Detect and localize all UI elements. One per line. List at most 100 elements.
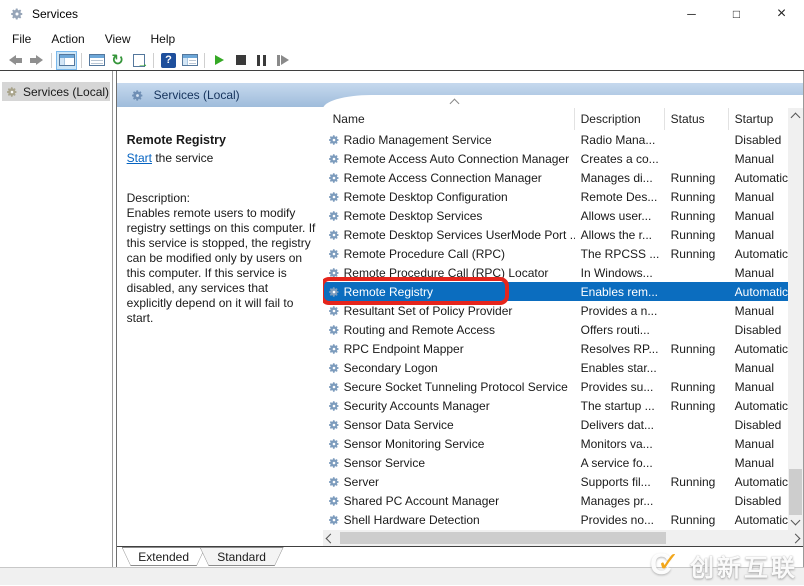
horizontal-scrollbar[interactable] — [323, 530, 803, 546]
tab-standard[interactable]: Standard — [200, 547, 284, 566]
start-service-icon — [215, 55, 224, 65]
show-console-tree-button[interactable] — [56, 51, 77, 70]
table-row[interactable]: Secure Socket Tunneling Protocol Service… — [323, 377, 788, 396]
service-description: Resolves RP... — [575, 342, 665, 356]
scroll-down-icon[interactable] — [791, 516, 801, 526]
scroll-left-button[interactable] — [323, 530, 338, 546]
vertical-scroll-thumb[interactable] — [789, 469, 802, 515]
service-status: Running — [665, 209, 729, 223]
menu-file[interactable]: File — [2, 29, 41, 49]
service-startup-type: Automatic — [729, 342, 788, 356]
list-top-padding — [323, 95, 803, 108]
table-row[interactable]: Sensor Monitoring Service Monitors va...… — [323, 434, 788, 453]
restart-service-button[interactable] — [272, 51, 293, 70]
column-header-startup[interactable]: Startup — [729, 108, 788, 130]
menu-help[interactable]: Help — [141, 29, 186, 49]
column-header-description[interactable]: Description — [575, 108, 665, 130]
column-header-name[interactable]: Name — [323, 108, 575, 130]
column-header-status[interactable]: Status — [665, 108, 729, 130]
export-list-icon — [133, 54, 145, 67]
service-name: Remote Procedure Call (RPC) — [344, 247, 505, 261]
service-description: Monitors va... — [575, 437, 665, 451]
console-tree-icon — [59, 54, 75, 66]
scroll-right-button[interactable] — [788, 530, 803, 546]
help-button[interactable]: ? — [158, 51, 179, 70]
service-status: Running — [665, 171, 729, 185]
refresh-button[interactable]: ↻ — [107, 51, 128, 70]
table-row[interactable]: Shell Hardware Detection Provides no... … — [323, 510, 788, 529]
export-list-button[interactable] — [128, 51, 149, 70]
table-row[interactable]: Secondary Logon Enables star... Manual — [323, 358, 788, 377]
table-row[interactable]: Remote Procedure Call (RPC) Locator In W… — [323, 263, 788, 282]
service-status: Running — [665, 190, 729, 204]
watermark-text: 创新互联 — [690, 548, 798, 583]
help-icon: ? — [161, 53, 176, 68]
service-description: Enables star... — [575, 361, 665, 375]
table-row[interactable]: Remote Access Connection Manager Manages… — [323, 168, 788, 187]
service-description: Provides su... — [575, 380, 665, 394]
service-gear-icon — [328, 362, 340, 374]
table-row[interactable]: Remote Registry Enables rem... Automatic — [323, 282, 788, 301]
service-description: In Windows... — [575, 266, 665, 280]
service-description: Enables rem... — [575, 285, 665, 299]
service-startup-type: Manual — [729, 152, 788, 166]
table-row[interactable]: Remote Desktop Services Allows user... R… — [323, 206, 788, 225]
watermark-logo-icon: C ✓ — [650, 550, 682, 582]
tab-extended[interactable]: Extended — [122, 547, 206, 566]
toolbar-separator — [81, 53, 82, 68]
table-row[interactable]: Shared PC Account Manager Manages pr... … — [323, 491, 788, 510]
forward-arrow-icon — [30, 55, 43, 65]
maximize-button[interactable]: □ — [714, 0, 759, 28]
service-startup-type: Manual — [729, 266, 788, 280]
table-row[interactable]: Remote Desktop Services UserMode Port ..… — [323, 225, 788, 244]
service-name: Routing and Remote Access — [344, 323, 495, 337]
pause-service-button[interactable] — [251, 51, 272, 70]
tree-item-services-local[interactable]: Services (Local) — [2, 82, 110, 101]
vertical-scrollbar[interactable] — [788, 108, 803, 530]
table-row[interactable]: Radio Management Service Radio Mana... D… — [323, 130, 788, 149]
table-row[interactable]: Remote Access Auto Connection Manager Cr… — [323, 149, 788, 168]
service-name: Remote Desktop Configuration — [344, 190, 508, 204]
table-row[interactable]: Remote Desktop Configuration Remote Des.… — [323, 187, 788, 206]
description-label: Description: — [127, 191, 190, 205]
table-row[interactable]: Sensor Data Service Delivers dat... Disa… — [323, 415, 788, 434]
service-gear-icon — [328, 438, 340, 450]
table-row[interactable]: Remote Procedure Call (RPC) The RPCSS ..… — [323, 244, 788, 263]
service-startup-type: Automatic — [729, 285, 788, 299]
table-row[interactable]: Sensor Service A service fo... Manual — [323, 453, 788, 472]
close-button[interactable]: × — [759, 0, 804, 28]
service-status: Running — [665, 399, 729, 413]
service-startup-type: Disabled — [729, 133, 788, 147]
service-description: Supports fil... — [575, 475, 665, 489]
service-gear-icon — [328, 514, 340, 526]
service-gear-icon — [328, 248, 340, 260]
forward-button[interactable] — [26, 51, 47, 70]
service-description: A service fo... — [575, 456, 665, 470]
start-service-button[interactable] — [209, 51, 230, 70]
properties-button[interactable] — [86, 51, 107, 70]
horizontal-scroll-thumb[interactable] — [340, 532, 666, 544]
tree-gear-icon — [6, 86, 18, 98]
service-name: Shared PC Account Manager — [344, 494, 499, 508]
table-row[interactable]: RPC Endpoint Mapper Resolves RP... Runni… — [323, 339, 788, 358]
show-action-pane-button[interactable] — [179, 51, 200, 70]
title-bar: Services ─ □ × — [0, 0, 804, 28]
service-description: Provides no... — [575, 513, 665, 527]
start-service-link[interactable]: Start — [127, 151, 152, 165]
stop-service-button[interactable] — [230, 51, 251, 70]
menu-view[interactable]: View — [95, 29, 141, 49]
table-row[interactable]: Security Accounts Manager The startup ..… — [323, 396, 788, 415]
back-button[interactable] — [5, 51, 26, 70]
service-description: Remote Des... — [575, 190, 665, 204]
service-description: Manages pr... — [575, 494, 665, 508]
service-description: Creates a co... — [575, 152, 665, 166]
toolbar-separator — [153, 53, 154, 68]
table-row[interactable]: Server Supports fil... Running Automatic — [323, 472, 788, 491]
services-rows: Radio Management Service Radio Mana... D… — [323, 130, 788, 530]
vertical-scroll-track[interactable] — [788, 121, 803, 517]
table-row[interactable]: Resultant Set of Policy Provider Provide… — [323, 301, 788, 320]
menu-action[interactable]: Action — [41, 29, 94, 49]
minimize-button[interactable]: ─ — [669, 0, 714, 28]
table-row[interactable]: Routing and Remote Access Offers routi..… — [323, 320, 788, 339]
service-name: Remote Desktop Services UserMode Port ..… — [344, 228, 575, 242]
